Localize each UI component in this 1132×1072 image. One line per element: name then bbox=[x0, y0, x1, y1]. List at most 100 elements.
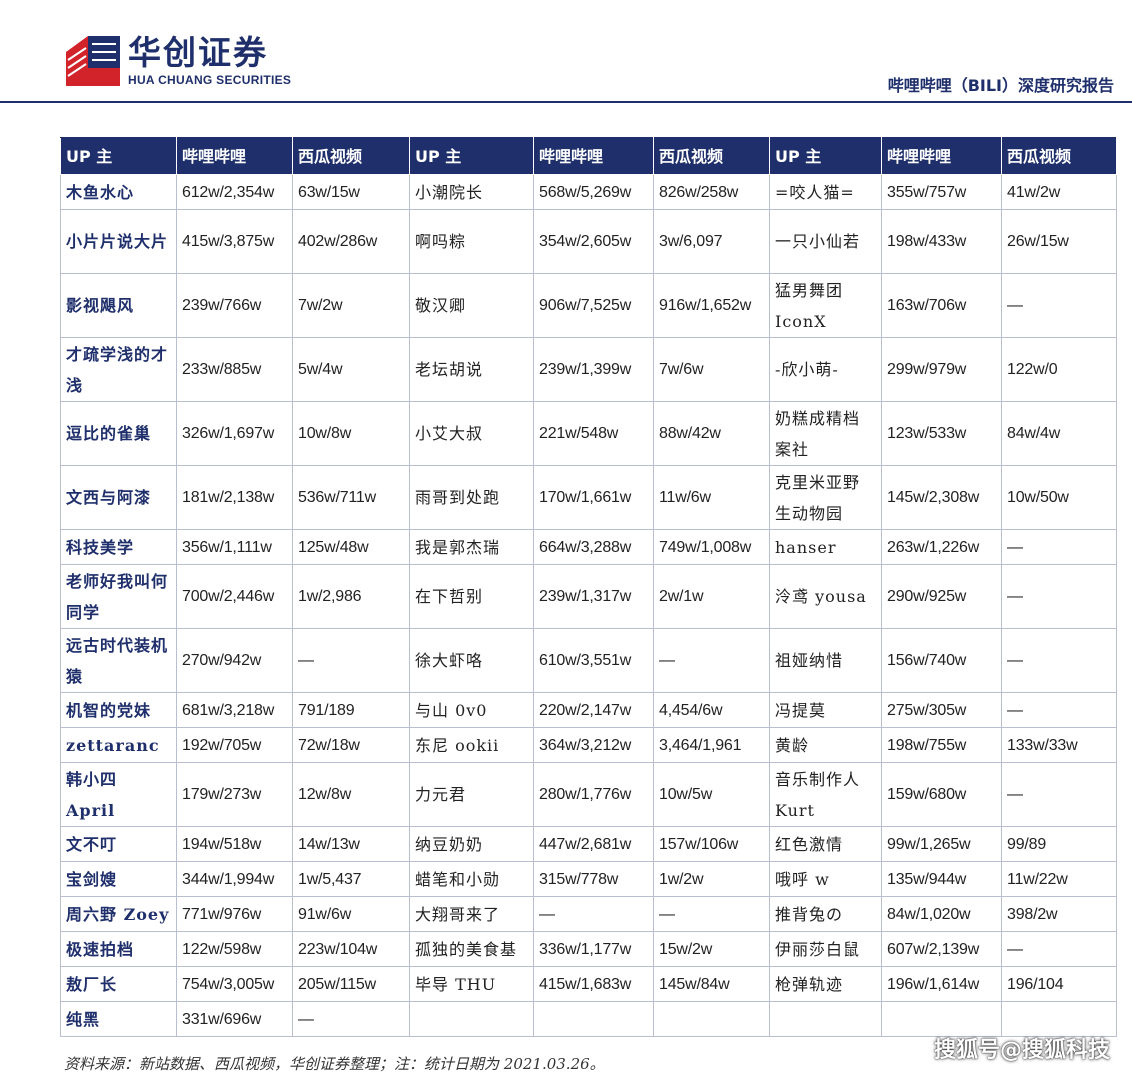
xigua-stats-cell: 157w/106w bbox=[653, 826, 770, 862]
bilibili-stats-cell: 198w/755w bbox=[881, 727, 1002, 763]
xigua-stats-cell: 12w/8w bbox=[292, 762, 410, 827]
up-host-name-cell: 小潮院长 bbox=[409, 174, 534, 210]
up-host-name-cell: 枪弹轨迹 bbox=[769, 966, 882, 1002]
xigua-stats-cell: 88w/42w bbox=[653, 401, 770, 466]
xigua-stats-cell: — bbox=[1001, 628, 1117, 693]
header-cell: UP 主 bbox=[60, 137, 177, 175]
xigua-stats-cell: 99/89 bbox=[1001, 826, 1117, 862]
up-host-name-cell: 音乐制作人 Kurt bbox=[769, 762, 882, 827]
table-row: 小片片说大片 415w/3,875w 402w/286w 啊吗粽 354w/2,605w… bbox=[60, 209, 1117, 274]
xigua-stats-cell: 2w/1w bbox=[653, 564, 770, 629]
header-cell: 哔哩哔哩 bbox=[533, 137, 654, 175]
up-host-name-cell: 纯黑 bbox=[60, 1001, 177, 1037]
table-row: 老师好我叫何同学 700w/2,446w 1w/2,986 在下哲别 239w/1,31… bbox=[60, 564, 1117, 629]
xigua-stats-cell: 125w/48w bbox=[292, 529, 410, 565]
table-row: 文西与阿漆 181w/2,138w 536w/711w 雨哥到处跑 170w/1,661… bbox=[60, 465, 1117, 530]
up-host-name-cell: 机智的党妹 bbox=[60, 692, 177, 728]
bilibili-stats-cell: 263w/1,226w bbox=[881, 529, 1002, 565]
bilibili-stats-cell: 239w/766w bbox=[176, 273, 293, 338]
bilibili-stats-cell: 192w/705w bbox=[176, 727, 293, 763]
header-cell: UP 主 bbox=[409, 137, 534, 175]
xigua-stats-cell: 4,454/6w bbox=[653, 692, 770, 728]
bilibili-stats-cell: 170w/1,661w bbox=[533, 465, 654, 530]
table-row: 周六野 Zoey 771w/976w 91w/6w 大翔哥来了 — — 推背兔の 84w/1,… bbox=[60, 896, 1117, 932]
bilibili-stats-cell: 754w/3,005w bbox=[176, 966, 293, 1002]
up-host-name-cell: 奶糕成精档案社 bbox=[769, 401, 882, 466]
xigua-stats-cell: 72w/18w bbox=[292, 727, 410, 763]
bilibili-stats-cell: 568w/5,269w bbox=[533, 174, 654, 210]
header-divider bbox=[0, 101, 1132, 103]
xigua-stats-cell: 133w/33w bbox=[1001, 727, 1117, 763]
bilibili-stats-cell: 181w/2,138w bbox=[176, 465, 293, 530]
up-host-name-cell: 木鱼水心 bbox=[60, 174, 177, 210]
bilibili-stats-cell: 198w/433w bbox=[881, 209, 1002, 274]
xigua-stats-cell: 196/104 bbox=[1001, 966, 1117, 1002]
bilibili-stats-cell: 364w/3,212w bbox=[533, 727, 654, 763]
up-host-name-cell: 影视飓风 bbox=[60, 273, 177, 338]
xigua-stats-cell: 7w/6w bbox=[653, 337, 770, 402]
up-host-name-cell: 老坛胡说 bbox=[409, 337, 534, 402]
up-host-name-cell: 逗比的雀巢 bbox=[60, 401, 177, 466]
up-host-name-cell: 冯提莫 bbox=[769, 692, 882, 728]
table-row: 宝剑嫂 344w/1,994w 1w/5,437 蜡笔和小勋 315w/778w 1w/2… bbox=[60, 861, 1117, 897]
up-host-name-cell: 孤独的美食基 bbox=[409, 931, 534, 967]
xigua-stats-cell: 10w/5w bbox=[653, 762, 770, 827]
table-row: 影视飓风 239w/766w 7w/2w 敬汉卿 906w/7,525w 916w/1,6… bbox=[60, 273, 1117, 338]
bilibili-stats-cell: 331w/696w bbox=[176, 1001, 293, 1037]
xigua-stats-cell: — bbox=[1001, 564, 1117, 629]
up-host-name-cell: 力元君 bbox=[409, 762, 534, 827]
xigua-stats-cell: 11w/22w bbox=[1001, 861, 1117, 897]
up-host-name-cell: 黄龄 bbox=[769, 727, 882, 763]
bilibili-stats-cell: 135w/944w bbox=[881, 861, 1002, 897]
up-host-name-cell: 与山 0v0 bbox=[409, 692, 534, 728]
bilibili-stats-cell bbox=[533, 1001, 654, 1037]
table-row: 敖厂长 754w/3,005w 205w/115w 毕导 THU 415w/1,683w… bbox=[60, 966, 1117, 1002]
watermark: 搜狐号@搜狐科技 bbox=[933, 1038, 1110, 1063]
up-host-name-cell: 啊吗粽 bbox=[409, 209, 534, 274]
up-host-name-cell: 敖厂长 bbox=[60, 966, 177, 1002]
bilibili-stats-cell: 415w/3,875w bbox=[176, 209, 293, 274]
company-name-en: HUA CHUANG SECURITIES bbox=[128, 73, 292, 87]
bilibili-stats-cell: 700w/2,446w bbox=[176, 564, 293, 629]
up-host-name-cell: 极速拍档 bbox=[60, 931, 177, 967]
up-host-name-cell: 祖娅纳惜 bbox=[769, 628, 882, 693]
bilibili-stats-cell: 99w/1,265w bbox=[881, 826, 1002, 862]
xigua-stats-cell: 3,464/1,961 bbox=[653, 727, 770, 763]
up-host-name-cell: 才疏学浅的才浅 bbox=[60, 337, 177, 402]
hua-chuang-logo-icon bbox=[66, 36, 120, 86]
up-host-name-cell: 宝剑嫂 bbox=[60, 861, 177, 897]
up-host-name-cell: 伊丽莎白鼠 bbox=[769, 931, 882, 967]
header-cell: 哔哩哔哩 bbox=[176, 137, 293, 175]
up-host-name-cell: 红色激情 bbox=[769, 826, 882, 862]
xigua-stats-cell: 5w/4w bbox=[292, 337, 410, 402]
bilibili-stats-cell: 612w/2,354w bbox=[176, 174, 293, 210]
up-host-name-cell: 推背兔の bbox=[769, 896, 882, 932]
up-host-name-cell: 蜡笔和小勋 bbox=[409, 861, 534, 897]
header-cell: 哔哩哔哩 bbox=[881, 137, 1002, 175]
up-host-name-cell: 泠鸢 yousa bbox=[769, 564, 882, 629]
up-host-name-cell: 小艾大叔 bbox=[409, 401, 534, 466]
bilibili-stats-cell: 270w/942w bbox=[176, 628, 293, 693]
header-cell: 西瓜视频 bbox=[1001, 137, 1117, 175]
table-row: 机智的党妹 681w/3,218w 791/189 与山 0v0 220w/2,147w… bbox=[60, 692, 1117, 728]
up-host-table-container: UP 主 哔哩哔哩 西瓜视频 UP 主 哔哩哔哩 西瓜视频 UP 主 哔哩哔哩 … bbox=[60, 137, 1117, 1037]
table-row: 远古时代装机猿 270w/942w — 徐大虾咯 610w/3,551w — 祖娅纳惜 156… bbox=[60, 628, 1117, 693]
bilibili-stats-cell: 344w/1,994w bbox=[176, 861, 293, 897]
up-host-name-cell bbox=[769, 1001, 882, 1037]
report-page: 华创证券 HUA CHUANG SECURITIES 哔哩哔哩（BILI）深度研… bbox=[0, 0, 1132, 1072]
xigua-stats-cell: — bbox=[292, 628, 410, 693]
up-host-name-cell: 文不叮 bbox=[60, 826, 177, 862]
xigua-stats-cell: 15w/2w bbox=[653, 931, 770, 967]
xigua-stats-cell: 63w/15w bbox=[292, 174, 410, 210]
xigua-stats-cell: — bbox=[1001, 931, 1117, 967]
xigua-stats-cell: 791/189 bbox=[292, 692, 410, 728]
bilibili-stats-cell: 906w/7,525w bbox=[533, 273, 654, 338]
bilibili-stats-cell: 123w/533w bbox=[881, 401, 1002, 466]
table-row: 韩小四 April 179w/273w 12w/8w 力元君 280w/1,776w 10… bbox=[60, 762, 1117, 827]
up-host-name-cell: hanser bbox=[769, 529, 882, 565]
table-row: zettaranc 192w/705w 72w/18w 东尼 ookii 364w/3,… bbox=[60, 727, 1117, 763]
bilibili-stats-cell: 163w/706w bbox=[881, 273, 1002, 338]
up-host-name-cell: 猛男舞团 IconX bbox=[769, 273, 882, 338]
up-host-name-cell: 周六野 Zoey bbox=[60, 896, 177, 932]
xigua-stats-cell: 916w/1,652w bbox=[653, 273, 770, 338]
